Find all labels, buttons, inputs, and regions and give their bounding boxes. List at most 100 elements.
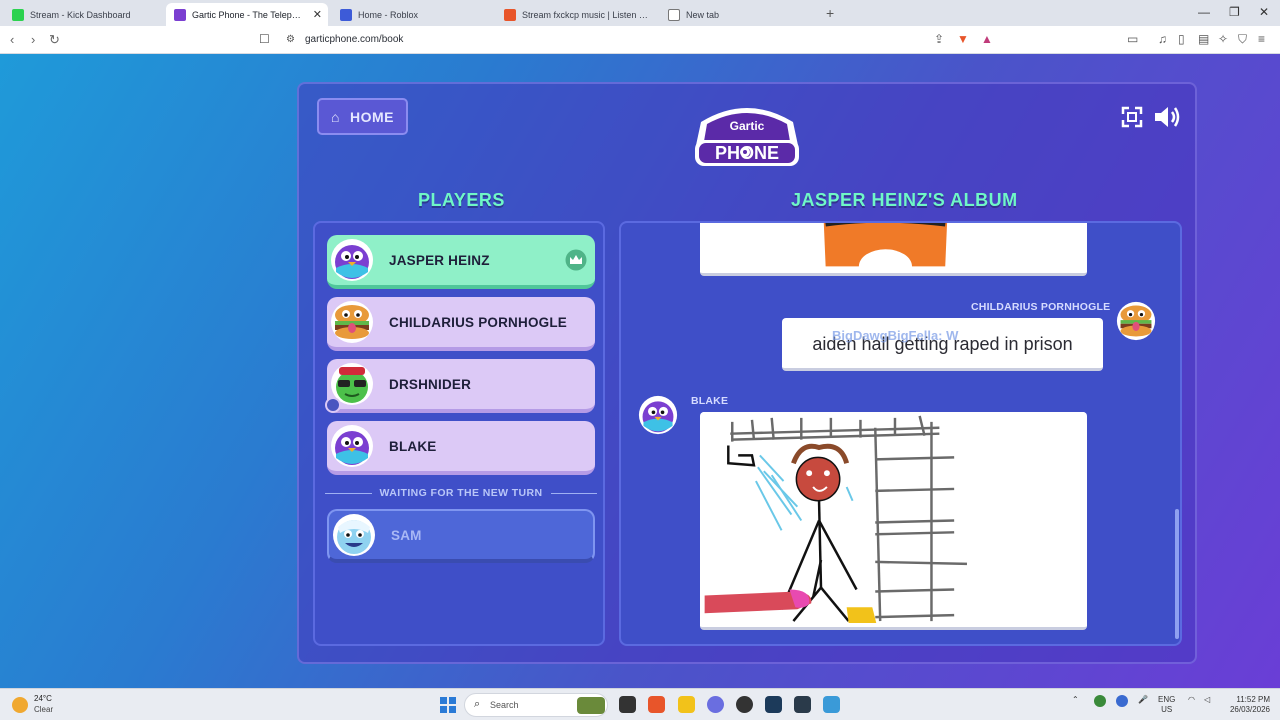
new-tab-button[interactable]: +	[826, 5, 834, 21]
weather-sun-icon[interactable]	[12, 697, 28, 713]
search-placeholder: Search	[490, 700, 519, 710]
windows-start-icon[interactable]	[440, 697, 456, 713]
album-drawing-top	[700, 223, 1087, 276]
home-icon: ⌂	[331, 108, 340, 125]
speaker-icon[interactable]: ◁	[1204, 695, 1210, 705]
players-title: PLAYERS	[418, 190, 505, 210]
player-name: BLAKE	[389, 438, 437, 454]
lang-bottom: US	[1161, 705, 1173, 714]
file-explorer-icon[interactable]	[678, 696, 695, 713]
player-row-blake[interactable]: BLAKE	[327, 421, 595, 475]
purple-bird-icon	[331, 425, 373, 467]
player-row-drshnider[interactable]: DRSHNIDER	[325, 359, 595, 413]
album-drawing-blake	[700, 412, 1087, 630]
home-button[interactable]: ⌂ HOME	[317, 98, 408, 135]
language-indicator[interactable]: ENG US	[1158, 695, 1175, 715]
purple-bird-icon	[638, 395, 678, 435]
players-panel: JASPER HEINZ CHILDARIUS PORNHOGLE DRSHNI…	[313, 221, 605, 646]
tab-title: New tab	[686, 9, 720, 20]
player-name: DRSHNIDER	[389, 376, 472, 392]
share-icon[interactable]: ⇪	[934, 32, 944, 46]
gartic-phone-logo: Gartic PHONE	[695, 108, 799, 166]
tab-title: Stream - Kick Dashboard	[30, 9, 131, 20]
brave-rewards-icon[interactable]: ▲	[981, 32, 993, 46]
tray-app-icon[interactable]	[1116, 695, 1128, 707]
reload-icon[interactable]: ↻	[49, 32, 60, 48]
burger-avatar-icon	[1116, 301, 1156, 341]
waiting-divider: WAITING FOR THE NEW TURN	[325, 487, 598, 499]
lang-top: ENG	[1158, 695, 1176, 704]
chat-overlay-text: BigDawgBigFella: W	[832, 328, 959, 343]
search-highlight-icon	[577, 697, 605, 714]
weather-temperature: 24°C	[34, 694, 52, 703]
player-row-jasper-heinz[interactable]: JASPER HEINZ	[327, 235, 595, 289]
album-scrollbar[interactable]	[1175, 509, 1179, 639]
album-title: JASPER HEINZ'S ALBUM	[791, 190, 1018, 210]
volume-icon[interactable]	[1153, 104, 1181, 130]
gartic-page: ⌂ HOME Gartic PHONE PLAYERS JASPER HEINZ…	[0, 54, 1280, 688]
steam-app-icon[interactable]	[765, 696, 782, 713]
url-field[interactable]: garticphone.com/book	[305, 34, 403, 45]
close-icon[interactable]: ✕	[313, 8, 322, 21]
purple-bird-icon	[331, 239, 373, 281]
home-label: HOME	[349, 108, 394, 125]
microphone-icon[interactable]: 🎤	[1138, 695, 1148, 705]
wallet-icon[interactable]: ▤	[1198, 32, 1209, 46]
tab-title: Stream fxckcp music | Listen to songs	[522, 9, 650, 20]
user-badge-icon	[325, 397, 341, 413]
sidebar-icon[interactable]: ▭	[1127, 32, 1138, 46]
browser-tab-newtab[interactable]: New tab	[660, 3, 822, 26]
crown-icon	[565, 249, 587, 271]
brave-app-icon[interactable]	[648, 696, 665, 713]
browser-tab-kick[interactable]: Stream - Kick Dashboard	[4, 3, 164, 26]
roblox-icon	[340, 8, 352, 21]
browser-tab-gartic[interactable]: Gartic Phone - The Telephone Game ✕	[166, 3, 328, 26]
media-icon[interactable]: ♫	[1158, 32, 1167, 46]
notepad-app-icon[interactable]	[794, 696, 811, 713]
vpn-icon[interactable]: ⛉	[1238, 32, 1247, 47]
site-info-icon[interactable]: ⚙	[286, 34, 295, 45]
clock-time: 11:52 PM	[1236, 695, 1270, 704]
tray-app-icon[interactable]	[1094, 695, 1106, 707]
brave-shields-icon[interactable]: ▼	[957, 32, 969, 46]
brave-icon	[668, 8, 680, 21]
entry-author: BLAKE	[691, 395, 729, 407]
wifi-icon[interactable]: ◠	[1188, 695, 1195, 705]
minimize-icon[interactable]: —	[1198, 5, 1210, 19]
close-window-icon[interactable]: ✕	[1259, 5, 1269, 19]
divider-line	[550, 492, 598, 494]
taskbar-search[interactable]: ⌕ Search	[464, 693, 608, 717]
entry-author: CHILDARIUS PORNHOGLE	[971, 301, 1111, 313]
player-name: CHILDARIUS PORNHOGLE	[389, 314, 568, 330]
task-view-icon[interactable]	[619, 696, 636, 713]
player-row-sam[interactable]: SAM	[327, 509, 595, 563]
kick-icon	[12, 8, 24, 21]
browser-tab-bar: Stream - Kick Dashboard Gartic Phone - T…	[0, 0, 1280, 26]
search-icon: ⌕	[474, 698, 481, 710]
bookmark-icon[interactable]: ☐	[259, 32, 270, 46]
player-row-childarius-pornhogle[interactable]: CHILDARIUS PORNHOGLE	[327, 297, 595, 351]
gartic-icon	[174, 8, 186, 21]
soundcloud-icon	[504, 8, 516, 21]
clock[interactable]: 11:52 PM 26/03/2026	[1226, 695, 1270, 715]
tray-overflow-icon[interactable]: ⌃	[1072, 695, 1079, 705]
forward-icon[interactable]: ›	[31, 32, 35, 47]
player-name: JASPER HEINZ	[389, 252, 490, 268]
fullscreen-icon[interactable]	[1121, 106, 1143, 128]
player-name: SAM	[391, 527, 422, 543]
discord-app-icon[interactable]	[707, 696, 724, 713]
tab-title: Home - Roblox	[358, 9, 419, 20]
obs-app-icon[interactable]	[736, 696, 753, 713]
divider-line	[325, 492, 372, 494]
menu-icon[interactable]: ≡	[1258, 32, 1265, 46]
yeti-avatar-icon	[333, 514, 375, 556]
leo-ai-icon[interactable]: ✧	[1218, 32, 1228, 46]
weather-condition: Clear	[34, 705, 54, 714]
browser-tab-soundcloud[interactable]: Stream fxckcp music | Listen to songs	[496, 3, 658, 26]
browser-tab-roblox[interactable]: Home - Roblox	[332, 3, 494, 26]
tab-title: Gartic Phone - The Telephone Game	[192, 9, 302, 20]
restore-icon[interactable]: ❐	[1229, 5, 1240, 19]
back-icon[interactable]: ‹	[10, 32, 14, 47]
reading-list-icon[interactable]: ▯	[1178, 32, 1185, 46]
gartic-app-icon[interactable]	[823, 696, 840, 713]
